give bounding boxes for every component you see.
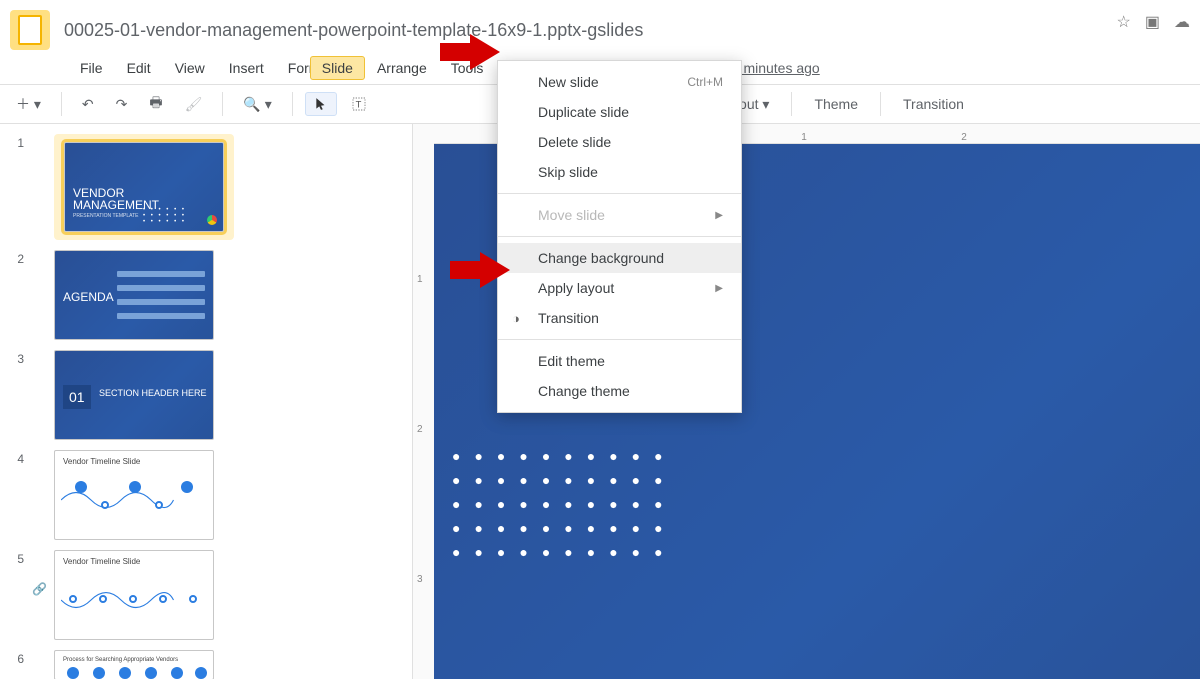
menu-skip-slide[interactable]: Skip slide xyxy=(498,157,741,187)
paint-format-button[interactable]: 🖌 xyxy=(177,92,211,117)
move-icon[interactable]: ▣ xyxy=(1145,12,1160,32)
menu-view[interactable]: View xyxy=(163,56,217,80)
print-button[interactable]: 🖶 xyxy=(141,88,170,120)
menu-delete-slide[interactable]: Delete slide xyxy=(498,127,741,157)
document-title[interactable]: 00025-01-vendor-management-powerpoint-te… xyxy=(64,20,643,40)
title-bar: 00025-01-vendor-management-powerpoint-te… xyxy=(0,0,1200,56)
select-tool[interactable] xyxy=(305,92,337,116)
svg-text:T: T xyxy=(355,99,361,109)
redo-button[interactable]: ↷ xyxy=(108,92,136,117)
star-icon[interactable]: ☆ xyxy=(1117,12,1131,32)
new-slide-button[interactable]: ＋ ▾ xyxy=(8,90,49,118)
textbox-tool[interactable]: T xyxy=(343,92,375,116)
transition-icon: ◑ xyxy=(512,311,520,326)
menu-edit-theme[interactable]: Edit theme xyxy=(498,346,741,376)
menu-edit[interactable]: Edit xyxy=(115,56,163,80)
menu-format[interactable]: Format xyxy=(276,56,310,80)
decorative-dots: ●●●●●●●●●●●●●●●●●●●●●●●●●●●●●●●●●●●●●●●●… xyxy=(452,444,677,564)
menu-file[interactable]: File xyxy=(68,56,115,80)
menu-change-background[interactable]: Change background xyxy=(498,243,741,273)
presentation-logo-icon xyxy=(207,215,217,225)
cloud-status-icon: ☁ xyxy=(1174,12,1190,32)
undo-button[interactable]: ↶ xyxy=(74,92,102,117)
slide-thumb-4[interactable]: 4 Vendor Timeline Slide xyxy=(6,450,398,540)
theme-button[interactable]: Theme xyxy=(804,92,868,116)
zoom-button[interactable]: 🔍 ▾ xyxy=(235,92,279,117)
vertical-ruler: 1 2 3 xyxy=(412,124,434,679)
menu-transition[interactable]: ◑ Transition xyxy=(498,303,741,333)
menu-slide[interactable]: Slide xyxy=(310,56,365,80)
slides-app-icon[interactable] xyxy=(10,10,50,50)
slide-thumb-5[interactable]: 5 🔗 Vendor Timeline Slide xyxy=(6,550,398,640)
transition-button[interactable]: Transition xyxy=(893,92,974,116)
menu-move-slide: Move slide▶ xyxy=(498,200,741,230)
menu-duplicate-slide[interactable]: Duplicate slide xyxy=(498,97,741,127)
slide-thumb-3[interactable]: 3 01 SECTION HEADER HERE xyxy=(6,350,398,440)
menu-insert[interactable]: Insert xyxy=(217,56,276,80)
linked-slide-icon: 🔗 xyxy=(32,550,46,596)
slide-thumb-2[interactable]: 2 AGENDA xyxy=(6,250,398,340)
menu-apply-layout[interactable]: Apply layout▶ xyxy=(498,273,741,303)
menu-change-theme[interactable]: Change theme xyxy=(498,376,741,406)
slide-dropdown-menu: New slide Ctrl+M Duplicate slide Delete … xyxy=(497,60,742,413)
slide-thumb-1[interactable]: 1 VENDOR MANAGEMENT PRESENTATION TEMPLAT… xyxy=(6,134,398,240)
slide-filmstrip[interactable]: 1 VENDOR MANAGEMENT PRESENTATION TEMPLAT… xyxy=(0,124,412,679)
menu-arrange[interactable]: Arrange xyxy=(365,56,439,80)
menu-new-slide[interactable]: New slide Ctrl+M xyxy=(498,67,741,97)
